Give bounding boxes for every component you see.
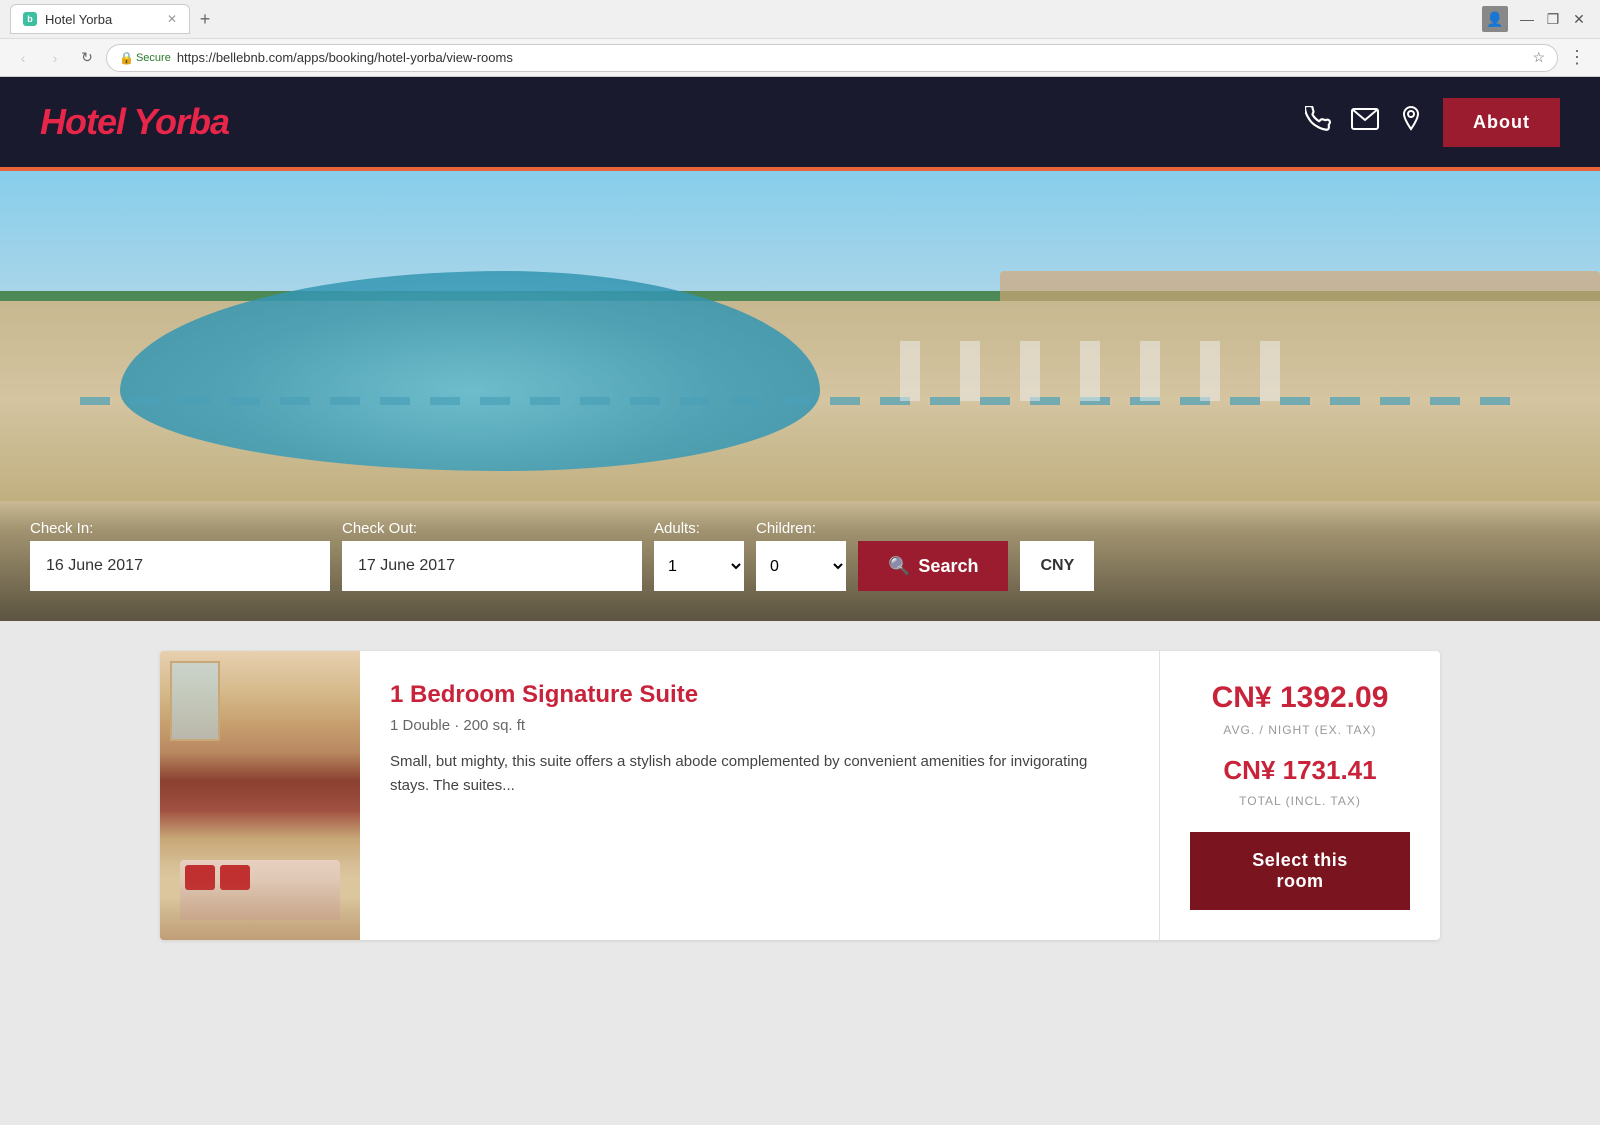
room-window <box>170 661 220 741</box>
close-button[interactable]: ✕ <box>1568 8 1590 30</box>
forward-button[interactable]: › <box>42 45 68 71</box>
room-name: 1 Bedroom Signature Suite <box>390 681 1129 709</box>
loungers-bg <box>80 381 1520 421</box>
browser-tab[interactable]: b Hotel Yorba ✕ <box>10 4 190 34</box>
search-icon: 🔍 <box>888 556 910 577</box>
hero-overlay: Check In: Check Out: Adults: 1 2 3 4 <box>0 500 1600 621</box>
email-icon[interactable] <box>1351 108 1379 136</box>
umbrellas-bg <box>900 341 1300 401</box>
children-select[interactable]: 0 1 2 3 <box>756 541 846 591</box>
browser-titlebar: b Hotel Yorba ✕ + 👤 — ❐ ✕ <box>0 0 1600 38</box>
new-tab-button[interactable]: + <box>190 4 220 34</box>
hotel-logo: Hotel Yorba <box>40 101 229 143</box>
adults-select[interactable]: 1 2 3 4 <box>654 541 744 591</box>
children-label: Children: <box>756 520 846 537</box>
checkout-label: Check Out: <box>342 520 642 537</box>
browser-menu-button[interactable]: ⋮ <box>1564 47 1590 68</box>
room-image <box>160 651 360 940</box>
bookmark-icon[interactable]: ☆ <box>1532 49 1545 66</box>
children-group: Children: 0 1 2 3 <box>756 520 846 591</box>
room-info: 1 Bedroom Signature Suite 1 Double · 200… <box>360 651 1160 940</box>
price-per-night-label: AVG. / NIGHT (EX. TAX) <box>1223 723 1376 737</box>
currency-badge[interactable]: CNY <box>1020 541 1094 591</box>
room-specs: 1 Double · 200 sq. ft <box>390 717 1129 734</box>
back-button[interactable]: ‹ <box>10 45 36 71</box>
price-per-night: CN¥ 1392.09 <box>1212 681 1389 715</box>
room-pricing: CN¥ 1392.09 AVG. / NIGHT (EX. TAX) CN¥ 1… <box>1160 651 1440 940</box>
secure-label: Secure <box>136 52 171 64</box>
url-text[interactable]: https://bellebnb.com/apps/booking/hotel-… <box>177 50 1527 65</box>
location-icon[interactable] <box>1399 105 1423 139</box>
refresh-button[interactable]: ↻ <box>74 45 100 71</box>
search-form: Check In: Check Out: Adults: 1 2 3 4 <box>30 520 1570 591</box>
maximize-button[interactable]: ❐ <box>1542 8 1564 30</box>
minimize-button[interactable]: — <box>1516 8 1538 30</box>
checkout-group: Check Out: <box>342 520 642 591</box>
profile-icon[interactable]: 👤 <box>1482 6 1508 32</box>
search-button[interactable]: 🔍 Search <box>858 541 1008 591</box>
adults-label: Adults: <box>654 520 744 537</box>
select-room-button[interactable]: Select this room <box>1190 832 1410 910</box>
secure-badge: 🔒 Secure <box>119 51 171 65</box>
phone-icon[interactable] <box>1305 106 1331 138</box>
tab-close-button[interactable]: ✕ <box>167 12 177 26</box>
rooms-section: 1 Bedroom Signature Suite 1 Double · 200… <box>0 621 1600 970</box>
search-label: Search <box>918 556 978 577</box>
room-pillow2 <box>220 865 250 890</box>
total-price: CN¥ 1731.41 <box>1223 755 1376 786</box>
checkin-label: Check In: <box>30 520 330 537</box>
browser-controls: ‹ › ↻ 🔒 Secure https://bellebnb.com/apps… <box>0 38 1600 76</box>
header-actions: About <box>1305 98 1560 147</box>
checkin-group: Check In: <box>30 520 330 591</box>
adults-group: Adults: 1 2 3 4 <box>654 520 744 591</box>
hero-section: Check In: Check Out: Adults: 1 2 3 4 <box>0 171 1600 621</box>
room-card: 1 Bedroom Signature Suite 1 Double · 200… <box>160 651 1440 940</box>
room-description: Small, but mighty, this suite offers a s… <box>390 750 1129 798</box>
total-price-label: TOTAL (INCL. TAX) <box>1239 794 1361 808</box>
window-controls: — ❐ ✕ <box>1516 8 1590 30</box>
tab-favicon: b <box>23 12 37 26</box>
site-header: Hotel Yorba About <box>0 77 1600 167</box>
about-button[interactable]: About <box>1443 98 1560 147</box>
hotel-site: Hotel Yorba About <box>0 77 1600 970</box>
lock-icon: 🔒 <box>119 51 134 65</box>
tab-title: Hotel Yorba <box>45 12 112 27</box>
browser-chrome: b Hotel Yorba ✕ + 👤 — ❐ ✕ ‹ › ↻ 🔒 Secure… <box>0 0 1600 77</box>
address-bar[interactable]: 🔒 Secure https://bellebnb.com/apps/booki… <box>106 44 1558 72</box>
checkout-input[interactable] <box>342 541 642 591</box>
checkin-input[interactable] <box>30 541 330 591</box>
room-pillow1 <box>185 865 215 890</box>
